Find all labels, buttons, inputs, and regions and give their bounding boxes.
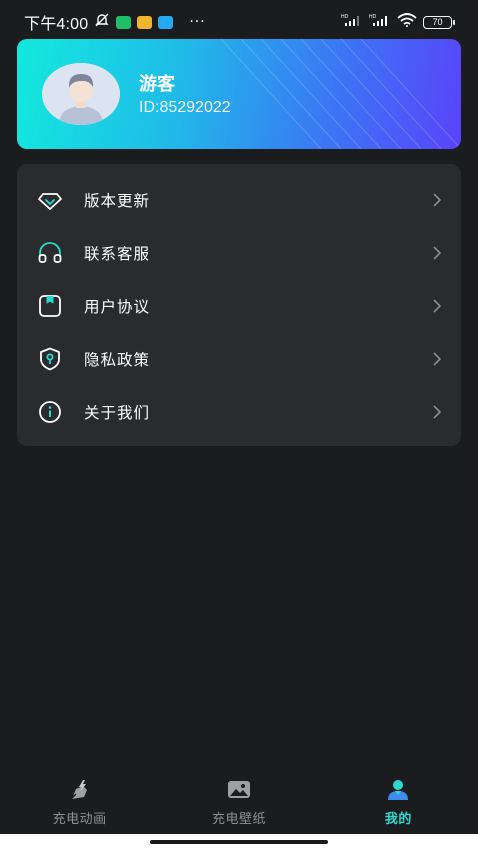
headset-icon [37,240,63,266]
tab-mine[interactable]: 我的 [319,766,478,834]
settings-menu: 版本更新 联系客服 用户协议 隐私政策 关于我们 [17,164,461,446]
app-notification-icon [158,15,174,29]
lightning-pen-icon [69,780,87,801]
status-right: HD HD 70 [341,13,455,31]
system-gesture-area [0,834,478,850]
wallpaper-icon [227,781,250,798]
menu-item-contact-support[interactable]: 联系客服 [17,226,461,279]
avatar[interactable] [42,63,120,125]
menu-item-user-agreement[interactable]: 用户协议 [17,279,461,332]
status-bar: 下午4:00 ··· HD HD 70 [0,0,478,44]
home-indicator[interactable] [150,840,328,844]
wifi-icon [397,13,417,31]
status-left: 下午4:00 ··· [24,10,206,34]
profile-card[interactable]: 游客 ID:85292022 [17,39,461,149]
battery-indicator: 70 [423,15,455,29]
agreement-icon [37,293,63,319]
bottom-nav: 充电动画 充电壁纸 我的 [0,766,478,834]
menu-item-label: 关于我们 [84,403,151,422]
menu-item-label: 隐私政策 [84,350,151,369]
mute-bell-icon [94,12,110,32]
chevron-right-icon [433,298,442,313]
menu-item-label: 用户协议 [84,297,151,316]
nav-label: 充电壁纸 [211,812,266,827]
status-time: 下午4:00 [24,16,89,33]
svg-text:HD: HD [369,14,377,20]
profile-id: ID:85292022 [139,99,231,116]
card-decoration [220,39,461,149]
more-notifications-icon: ··· [189,14,206,30]
user-icon [388,780,409,800]
tab-charging-animation[interactable]: 充电动画 [0,766,159,834]
app-notification-icon [116,15,132,29]
info-icon [37,399,63,425]
shield-icon [37,346,63,372]
app-notification-icon [137,15,153,29]
menu-item-label: 版本更新 [84,191,151,210]
menu-item-version-update[interactable]: 版本更新 [17,173,461,226]
svg-text:HD: HD [341,14,349,20]
signal-icon: HD [369,13,391,31]
menu-item-privacy-policy[interactable]: 隐私政策 [17,332,461,385]
menu-item-about-us[interactable]: 关于我们 [17,385,461,438]
chevron-right-icon [433,404,442,419]
profile-name: 游客 [139,74,175,95]
diamond-icon [37,187,63,213]
signal-icon: HD [341,13,363,31]
chevron-right-icon [433,192,442,207]
tab-charging-wallpaper[interactable]: 充电壁纸 [159,766,318,834]
chevron-right-icon [433,245,442,260]
nav-label: 充电动画 [52,812,107,827]
chevron-right-icon [433,351,442,366]
menu-item-label: 联系客服 [84,244,151,263]
user-avatar-icon [42,63,120,125]
nav-label: 我的 [384,812,412,827]
